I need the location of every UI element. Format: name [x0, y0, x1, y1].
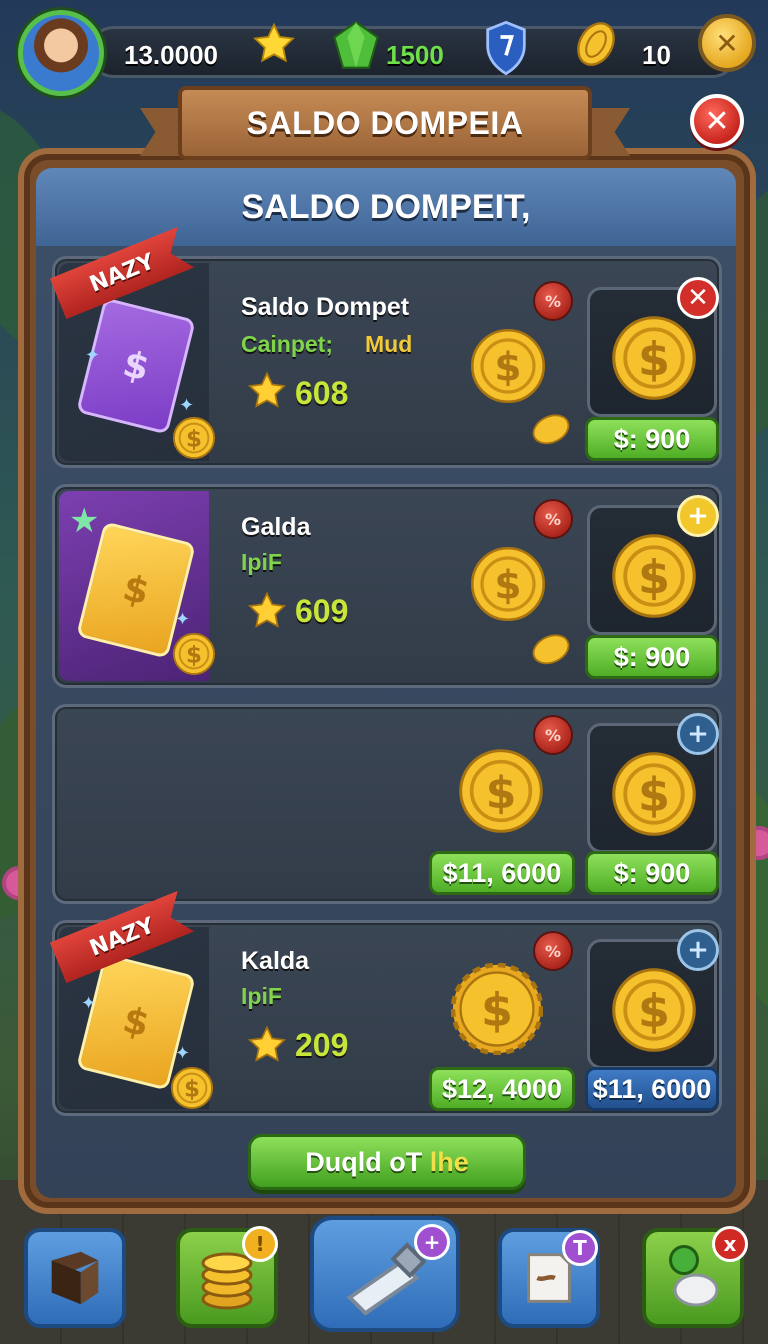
- book-icon: [51, 1251, 99, 1305]
- coin-icon: [529, 411, 573, 447]
- coin-stack-icon: $: [608, 964, 700, 1056]
- coin-icon: $: [171, 415, 217, 461]
- avatar[interactable]: [18, 10, 104, 96]
- discount-tag-icon[interactable]: %: [533, 281, 573, 321]
- ribbon-label: NAZY: [86, 248, 158, 298]
- svg-text:$: $: [494, 564, 521, 609]
- star-icon: [247, 371, 287, 411]
- confirm-button[interactable]: Duqld oT lhe: [248, 1134, 526, 1190]
- svg-text:$: $: [184, 1077, 200, 1103]
- offer-title: Galda: [241, 513, 311, 541]
- nav-book-button[interactable]: [24, 1228, 126, 1328]
- nav-potion-button[interactable]: x: [642, 1226, 748, 1328]
- svg-text:$: $: [186, 427, 202, 453]
- gem-balance: 1500: [386, 40, 444, 70]
- offer-rating: 209: [295, 1027, 349, 1063]
- coin-stack-icon: $: [608, 748, 700, 840]
- sparkle-icon: ✦: [81, 993, 97, 1014]
- offer-subtitle-extra: Mud: [365, 331, 413, 357]
- offer-card-3[interactable]: % $ $11, 6000 $ + $: 900: [52, 704, 722, 904]
- coin-icon: [529, 631, 573, 667]
- ribbon-label: NAZY: [86, 912, 158, 962]
- offer-subtitle: IpiF: [241, 549, 282, 575]
- svg-text:$: $: [638, 768, 670, 822]
- svg-text:$: $: [638, 550, 670, 604]
- banner-title: SALDO DOMPEIA: [246, 104, 524, 141]
- offer-art: $ ★ $ ✦: [59, 491, 216, 681]
- price-button[interactable]: $12, 4000: [429, 1067, 575, 1111]
- offer-title: Saldo Dompet: [241, 293, 410, 321]
- price-button[interactable]: $: 900: [585, 851, 719, 895]
- confirm-label-main: Duqld oT: [305, 1146, 430, 1177]
- coin-stack-icon: $: [608, 312, 700, 404]
- nav-coins-button[interactable]: !: [176, 1226, 278, 1328]
- nav-badge: +: [414, 1224, 450, 1260]
- coin-icon: $: [171, 631, 217, 677]
- sparkle-icon: ✦: [175, 609, 191, 630]
- panel-header-title: SALDO DOMPEIT,: [241, 187, 531, 226]
- title-banner: SALDO DOMPEIA: [140, 86, 630, 170]
- discount-tag-icon[interactable]: %: [533, 499, 573, 539]
- coin-balance: 13.0000: [124, 40, 218, 70]
- offer-title: Kalda: [241, 947, 310, 975]
- svg-text:$: $: [481, 983, 513, 1037]
- coin-icon: $: [169, 1065, 215, 1111]
- remove-button[interactable]: ✕: [677, 277, 719, 319]
- offer-art: $ NAZY $ ✦ ✦: [59, 927, 214, 1110]
- confirm-label-highlight: lhe: [429, 1146, 469, 1177]
- star-icon: [252, 22, 296, 66]
- svg-text:$: $: [486, 768, 517, 819]
- nav-document-button[interactable]: T: [498, 1228, 600, 1328]
- offer-rating: 609: [295, 593, 349, 629]
- nav-badge: x: [712, 1226, 748, 1262]
- sparkle-icon: ✦: [85, 345, 101, 366]
- offer-card-4[interactable]: $ NAZY $ ✦ ✦ Kalda IpiF 209 % $ $12, 400…: [52, 920, 722, 1116]
- coin-stack-icon: $: [608, 530, 700, 622]
- gear-coin-icon: $: [450, 962, 544, 1056]
- svg-text:$: $: [638, 984, 670, 1038]
- coin-icon: $: [457, 747, 545, 835]
- top-hud: 13.0000 1500 10 ✕: [18, 10, 758, 96]
- coin-icon: $: [469, 327, 547, 405]
- star-icon: [247, 591, 287, 631]
- star-icon: [247, 1025, 287, 1065]
- price-button[interactable]: $: 900: [585, 635, 719, 679]
- star-icon: ★: [69, 501, 100, 541]
- panel-close-button[interactable]: ✕: [690, 94, 744, 148]
- banner-plank: SALDO DOMPEIA: [178, 86, 592, 160]
- svg-text:$: $: [494, 346, 521, 391]
- coin-icon: [572, 20, 620, 68]
- nav-badge: !: [242, 1226, 278, 1262]
- shield-icon: [484, 20, 528, 76]
- gem-icon: [330, 20, 382, 72]
- panel-header: SALDO DOMPEIT,: [36, 168, 736, 246]
- price-button[interactable]: $11, 6000: [585, 1067, 719, 1111]
- nav-tool-button[interactable]: +: [310, 1216, 460, 1332]
- price-button[interactable]: $11, 6000: [429, 851, 575, 895]
- coin-icon: $: [469, 545, 547, 623]
- sparkle-icon: ✦: [175, 1043, 191, 1064]
- close-icon[interactable]: ✕: [698, 14, 756, 72]
- svg-text:$: $: [638, 332, 670, 386]
- offer-card-2[interactable]: $ ★ $ ✦ Galda IpiF 609 % $ $ + $: 900: [52, 484, 722, 688]
- add-button[interactable]: +: [677, 929, 719, 971]
- token-balance: 10: [642, 40, 671, 70]
- price-button[interactable]: $: 900: [585, 417, 719, 461]
- offer-art: $ NAZY $ ✦ ✦: [59, 263, 216, 461]
- offer-subtitle: Cainpet;: [241, 331, 333, 357]
- offer-rating: 608: [295, 375, 349, 411]
- add-button[interactable]: +: [677, 495, 719, 537]
- offer-subtitle: IpiF: [241, 983, 282, 1009]
- nav-badge: T: [562, 1230, 598, 1266]
- offer-card-1[interactable]: $ NAZY $ ✦ ✦ Saldo Dompet Cainpet; Mud 6…: [52, 256, 722, 468]
- confirm-button-label: Duqld oT lhe: [305, 1147, 468, 1178]
- sparkle-icon: ✦: [179, 395, 195, 416]
- svg-text:$: $: [186, 643, 202, 669]
- add-button[interactable]: +: [677, 713, 719, 755]
